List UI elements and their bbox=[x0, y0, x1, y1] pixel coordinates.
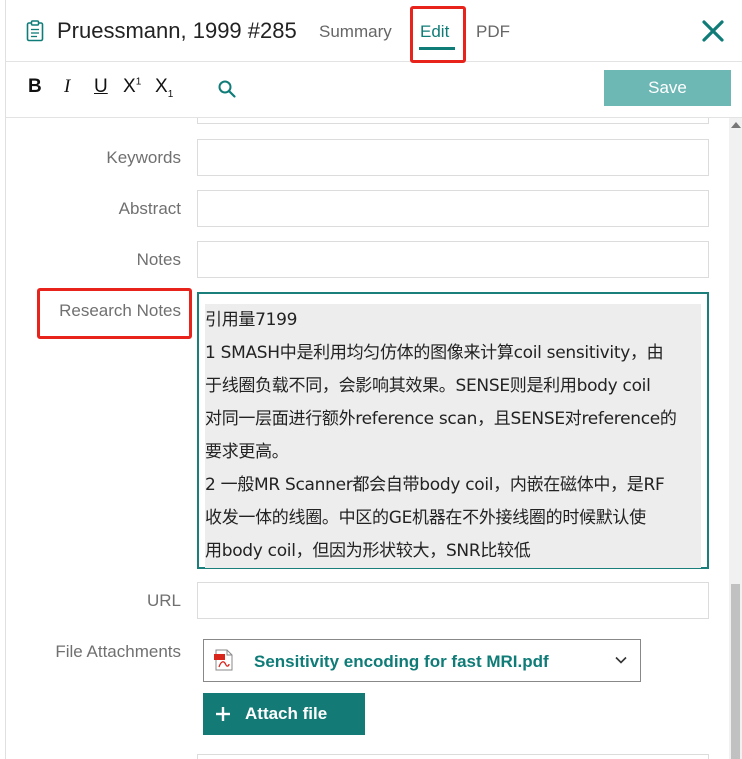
italic-button[interactable]: I bbox=[64, 76, 70, 98]
previous-field-input[interactable] bbox=[197, 118, 709, 124]
research-notes-line: 1 SMASH中是利用均匀仿体的图像来计算coil sensitivity，由 bbox=[205, 337, 701, 370]
subscript-button[interactable]: X1 bbox=[155, 76, 173, 100]
plus-icon bbox=[216, 707, 230, 721]
tab-pdf[interactable]: PDF bbox=[476, 22, 510, 42]
vertical-scrollbar[interactable] bbox=[729, 118, 742, 759]
notes-label: Notes bbox=[136, 250, 181, 269]
search-icon[interactable] bbox=[217, 79, 237, 99]
next-field-input[interactable] bbox=[197, 754, 709, 759]
attachment-item[interactable]: Sensitivity encoding for fast MRI.pdf bbox=[203, 639, 641, 682]
tab-summary[interactable]: Summary bbox=[319, 22, 392, 42]
subscript-mark: 1 bbox=[167, 88, 174, 100]
url-label: URL bbox=[146, 591, 181, 610]
attach-file-button[interactable]: Attach file bbox=[203, 693, 365, 735]
abstract-label: Abstract bbox=[118, 199, 181, 218]
research-notes-line: 对同一层面进行额外reference scan，且SENSE对reference… bbox=[205, 403, 701, 436]
research-notes-line: 要求更高。 bbox=[205, 436, 701, 469]
superscript-button[interactable]: X1 bbox=[123, 76, 141, 98]
file-attachments-label: File Attachments bbox=[55, 642, 181, 661]
tab-edit[interactable]: Edit bbox=[420, 22, 449, 42]
reference-header: Pruessmann, 1999 #285 Summary Edit PDF bbox=[6, 0, 742, 62]
abstract-field[interactable] bbox=[197, 190, 709, 227]
url-field[interactable] bbox=[197, 582, 709, 619]
reference-title: Pruessmann, 1999 #285 bbox=[57, 18, 297, 43]
attach-file-label: Attach file bbox=[245, 704, 328, 723]
research-notes-line: 收发一体的线圈。中区的GE机器在不外接线圈的时候默认使 bbox=[205, 502, 701, 535]
save-button[interactable]: Save bbox=[604, 70, 731, 106]
superscript-base: X bbox=[123, 76, 136, 97]
attachment-filename: Sensitivity encoding for fast MRI.pdf bbox=[254, 652, 549, 671]
keywords-field[interactable] bbox=[197, 139, 709, 176]
active-tab-indicator bbox=[419, 47, 455, 50]
pdf-file-icon bbox=[214, 649, 233, 671]
close-icon[interactable] bbox=[700, 18, 726, 44]
superscript-mark: 1 bbox=[135, 76, 142, 88]
chevron-down-icon[interactable] bbox=[615, 656, 627, 664]
subscript-base: X bbox=[155, 76, 168, 97]
research-notes-line: 2 一般MR Scanner都会自带body coil，内嵌在磁体中，是RF bbox=[205, 469, 701, 502]
formatting-toolbar: B I U X1 X1 Save bbox=[6, 62, 742, 118]
underline-button[interactable]: U bbox=[94, 76, 108, 98]
keywords-label: Keywords bbox=[106, 148, 181, 167]
scroll-up-icon[interactable] bbox=[731, 122, 741, 128]
notes-field[interactable] bbox=[197, 241, 709, 278]
scroll-thumb[interactable] bbox=[731, 584, 740, 759]
research-notes-line: 于线圈负载不同，会影响其效果。SENSE则是利用body coil bbox=[205, 370, 701, 403]
clipboard-icon bbox=[26, 20, 44, 42]
research-notes-line: 引用量7199 bbox=[205, 304, 701, 337]
edit-form: Keywords Abstract Notes Research Notes 引… bbox=[6, 118, 728, 759]
research-notes-line: 用body coil，但因为形状较大，SNR比较低 bbox=[205, 535, 701, 568]
research-notes-field[interactable]: 引用量7199 1 SMASH中是利用均匀仿体的图像来计算coil sensit… bbox=[197, 292, 709, 569]
research-notes-label: Research Notes bbox=[59, 301, 181, 320]
bold-button[interactable]: B bbox=[28, 76, 42, 98]
